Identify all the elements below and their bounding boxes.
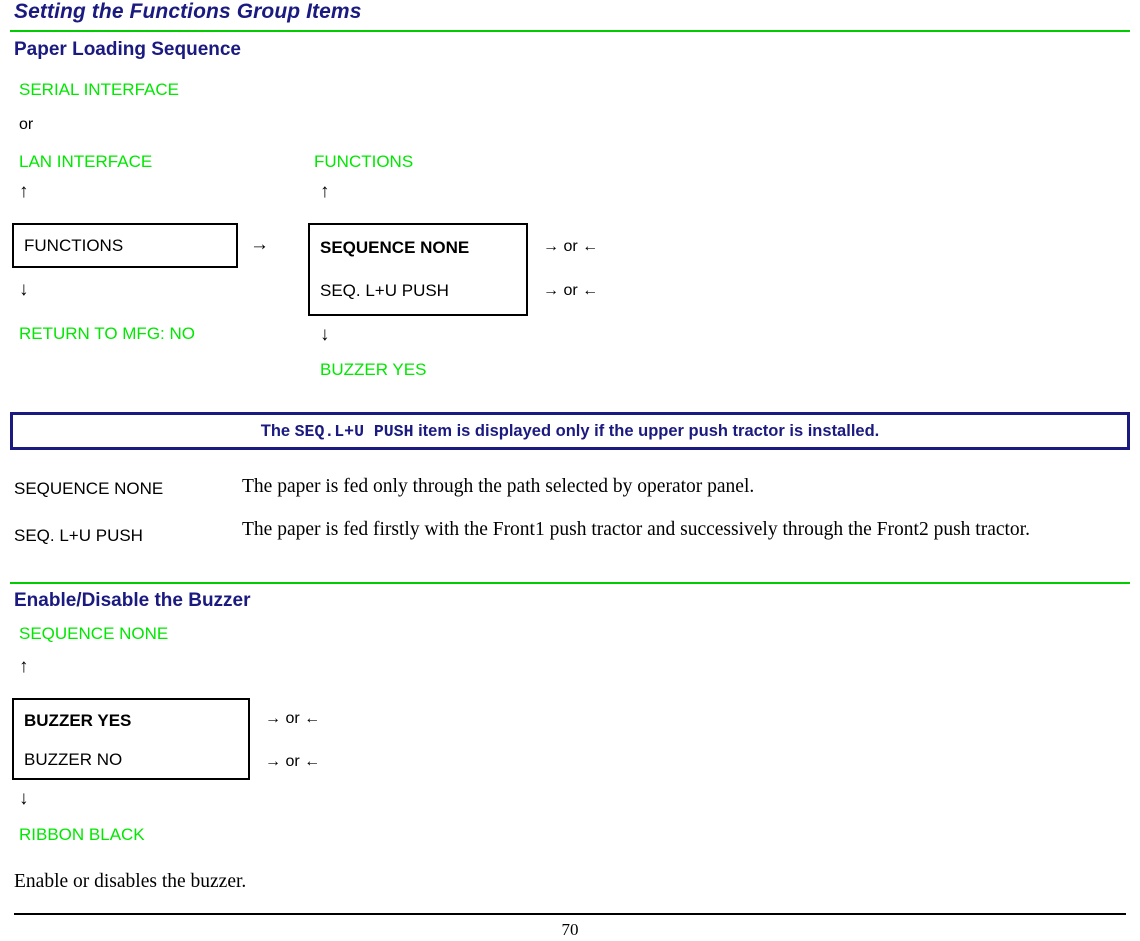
key-hint-buzzer-no: → or ← — [265, 753, 321, 770]
menu-label-return-to-mfg: RETURN TO MFG: NO — [19, 324, 195, 343]
up-arrow-icon-buzzer: ↑ — [19, 656, 29, 677]
or-separator-text: or — [19, 116, 34, 133]
page-number: 70 — [561, 920, 579, 939]
key-hint-buzzer-yes: → or ← — [265, 710, 321, 727]
note-text: The SEQ.L+U PUSH item is displayed only … — [261, 422, 880, 441]
lcd-box-sequence[interactable]: SEQUENCE NONE SEQ. L+U PUSH — [308, 223, 528, 316]
divider-green-top — [10, 30, 1130, 32]
key-hint-sequence-none: → or ← — [543, 238, 599, 255]
note-callout-box: The SEQ.L+U PUSH item is displayed only … — [10, 412, 1130, 450]
note-code-seq-lu-push: SEQ.L+U PUSH — [294, 421, 414, 441]
divider-green-middle — [10, 582, 1130, 584]
up-arrow-icon-right: ↑ — [320, 181, 330, 202]
note-prefix: The — [260, 421, 295, 440]
lcd-line-functions: FUNCTIONS — [24, 236, 124, 255]
key-hint-seq-lu-push: → or ← — [543, 282, 599, 299]
down-arrow-icon-buzzer: ↓ — [19, 788, 29, 809]
menu-label-buzzer-yes: BUZZER YES — [320, 360, 427, 379]
menu-label-ribbon-black: RIBBON BLACK — [19, 825, 145, 844]
section-paragraph-buzzer: Enable or disables the buzzer. — [14, 871, 247, 892]
section-heading-paper-loading-sequence: Paper Loading Sequence — [14, 39, 241, 60]
right-arrow-icon-connector: → — [250, 234, 269, 255]
description-text-seq-lu-push: The paper is fed firstly with the Front1… — [242, 519, 1030, 540]
lcd-line-buzzer-yes: BUZZER YES — [24, 711, 132, 730]
menu-label-sequence-none-above: SEQUENCE NONE — [19, 624, 169, 643]
lcd-line-sequence-none: SEQUENCE NONE — [320, 238, 470, 257]
down-arrow-icon-left: ↓ — [19, 279, 29, 300]
lcd-line-buzzer-no: BUZZER NO — [24, 750, 123, 769]
description-term-sequence-none: SEQUENCE NONE — [14, 479, 164, 498]
description-term-seq-lu-push: SEQ. L+U PUSH — [14, 526, 143, 545]
description-text-sequence-none: The paper is fed only through the path s… — [242, 476, 755, 497]
page-title: Setting the Functions Group Items — [14, 0, 362, 23]
lcd-box-buzzer[interactable]: BUZZER YES BUZZER NO — [12, 698, 250, 780]
menu-label-lan-interface: LAN INTERFACE — [19, 152, 153, 171]
menu-label-serial-interface: SERIAL INTERFACE — [19, 80, 179, 99]
lcd-box-functions[interactable]: FUNCTIONS — [12, 223, 238, 268]
lcd-line-seq-lu-push: SEQ. L+U PUSH — [320, 281, 449, 300]
down-arrow-icon-right: ↓ — [320, 324, 330, 345]
section-heading-enable-disable-buzzer: Enable/Disable the Buzzer — [14, 590, 251, 611]
up-arrow-icon-left: ↑ — [19, 181, 29, 202]
note-suffix: item is displayed only if the upper push… — [413, 421, 880, 440]
menu-label-functions-above: FUNCTIONS — [314, 152, 414, 171]
divider-footer — [14, 913, 1126, 915]
document-page: Setting the Functions Group Items Paper … — [0, 0, 1140, 941]
